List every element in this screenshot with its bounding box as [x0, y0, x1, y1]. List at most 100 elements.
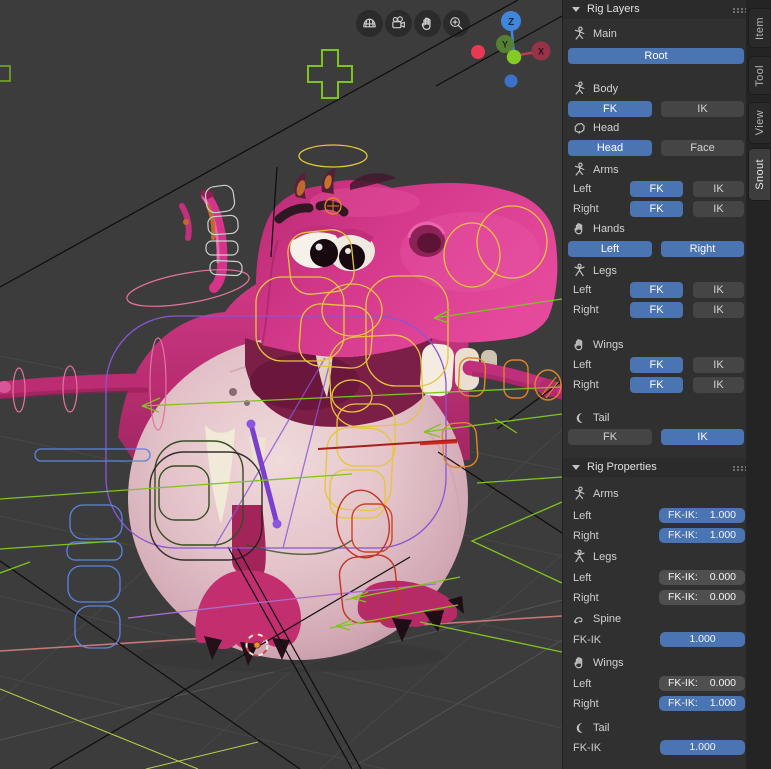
character-dragon [0, 168, 562, 672]
tab-tool[interactable]: Tool [748, 56, 770, 95]
head-face-button[interactable]: Face [661, 140, 744, 156]
dragon-head [255, 168, 558, 358]
tail-ik-button[interactable]: IK [661, 429, 744, 445]
legs-left-fk-button[interactable]: FK [630, 282, 683, 298]
zoom-view-button[interactable] [443, 10, 470, 37]
section-label-arms: Arms [593, 164, 619, 176]
wings-right-ik-button[interactable]: IK [693, 377, 744, 393]
grid-sphere-icon [363, 18, 376, 28]
panel-header-rig-properties[interactable]: Rig Properties [563, 458, 747, 477]
viewport-3d[interactable]: Y Z X [0, 0, 562, 769]
star-figure-icon [572, 263, 587, 278]
collapse-triangle-icon[interactable] [572, 465, 580, 470]
slider-label: FK-IK: [668, 677, 698, 689]
slider-label: FK-IK: [668, 697, 698, 709]
camera-icon [392, 16, 405, 29]
arms-left-ik-button[interactable]: IK [693, 181, 744, 197]
slider-label: FK-IK: [668, 509, 698, 521]
star-figure-icon [572, 549, 587, 564]
section-label-tail: Tail [593, 722, 610, 734]
gizmo-minus-z-dot[interactable] [504, 74, 518, 88]
row-label-right: Right [573, 379, 599, 391]
hand-icon [572, 655, 587, 670]
wings-right-fkik-slider[interactable]: FK-IK: 1.000 [659, 696, 745, 711]
tab-view[interactable]: View [748, 102, 770, 144]
arms-left-fk-button[interactable]: FK [630, 181, 683, 197]
hand-icon [572, 221, 587, 236]
head-head-button[interactable]: Head [568, 140, 652, 156]
row-label-fkik: FK-IK [573, 742, 602, 754]
wings-left-fkik-slider[interactable]: FK-IK: 0.000 [659, 676, 745, 691]
crescent-icon [572, 410, 587, 425]
gizmo-z-label: Z [508, 17, 514, 28]
slider-value: 1.000 [709, 529, 736, 541]
row-label-left: Left [573, 183, 592, 195]
collapse-triangle-icon[interactable] [572, 7, 580, 12]
row-label-right: Right [573, 698, 599, 710]
tail-fkik-slider[interactable]: 1.000 [660, 740, 745, 755]
section-label-main: Main [593, 28, 617, 40]
camera-view-button[interactable] [385, 10, 412, 37]
slider-value: 1.000 [689, 741, 716, 753]
slider-label: FK-IK: [668, 571, 698, 583]
dragon-right-arm [462, 360, 562, 400]
pan-hand-icon [421, 17, 431, 31]
navigation-gizmo[interactable]: Y Z X [468, 8, 558, 92]
legs-right-ik-button[interactable]: IK [693, 302, 744, 318]
tab-item[interactable]: Item [748, 8, 770, 48]
body-fk-button[interactable]: FK [568, 101, 652, 117]
root-button[interactable]: Root [568, 48, 744, 64]
gizmo-x-label: X [538, 47, 544, 57]
row-label-right: Right [573, 203, 599, 215]
brain-icon [572, 120, 587, 135]
sidebar-tab-strip: Item Tool View Snout [746, 0, 771, 769]
section-label-tail: Tail [593, 412, 610, 424]
row-label-fkik: FK-IK [573, 634, 602, 646]
hand-icon [572, 337, 587, 352]
row-label-left: Left [573, 678, 592, 690]
section-label-wings: Wings [593, 657, 624, 669]
wings-right-fk-button[interactable]: FK [630, 377, 683, 393]
arms-left-fkik-slider[interactable]: FK-IK: 1.000 [659, 508, 745, 523]
legs-right-fkik-slider[interactable]: FK-IK: 0.000 [659, 590, 745, 605]
slider-value: 1.000 [689, 633, 716, 645]
row-label-right: Right [573, 530, 599, 542]
hands-right-button[interactable]: Right [661, 241, 744, 257]
slider-value: 0.000 [709, 677, 736, 689]
crescent-icon [572, 720, 587, 735]
panel-grip-icon[interactable] [733, 8, 735, 10]
running-figure-icon [572, 81, 587, 96]
arms-right-fk-button[interactable]: FK [630, 201, 683, 217]
panel-grip-icon[interactable] [733, 466, 735, 468]
slider-value: 1.000 [709, 697, 736, 709]
section-label-spine: Spine [593, 613, 622, 625]
row-label-left: Left [573, 359, 592, 371]
legs-left-fkik-slider[interactable]: FK-IK: 0.000 [659, 570, 745, 585]
legs-left-ik-button[interactable]: IK [693, 282, 744, 298]
gizmo-minus-x-dot[interactable] [471, 45, 485, 59]
hands-left-button[interactable]: Left [568, 241, 652, 257]
arms-right-fkik-slider[interactable]: FK-IK: 1.000 [659, 528, 745, 543]
legs-right-fk-button[interactable]: FK [630, 302, 683, 318]
section-label-body: Body [593, 83, 619, 95]
gizmo-minus-y-dot[interactable] [506, 49, 522, 65]
slider-value: 0.000 [709, 591, 736, 603]
spine-fkik-slider[interactable]: 1.000 [660, 632, 745, 647]
section-label-head: Head [593, 122, 620, 134]
toggle-perspective-button[interactable] [356, 10, 383, 37]
wings-left-fk-button[interactable]: FK [630, 357, 683, 373]
tail-fk-button[interactable]: FK [568, 429, 652, 445]
arms-right-ik-button[interactable]: IK [693, 201, 744, 217]
row-label-left: Left [573, 572, 592, 584]
section-label-hands: Hands [593, 223, 625, 235]
row-label-left: Left [573, 510, 592, 522]
slider-label: FK-IK: [668, 591, 698, 603]
viewport-canvas[interactable] [0, 0, 562, 769]
slider-label: FK-IK: [668, 529, 698, 541]
body-ik-button[interactable]: IK [661, 101, 744, 117]
section-label-legs: Legs [593, 265, 617, 277]
panel-header-rig-layers[interactable]: Rig Layers [563, 0, 747, 19]
wings-left-ik-button[interactable]: IK [693, 357, 744, 373]
tab-snout[interactable]: Snout [748, 148, 770, 201]
pan-view-button[interactable] [414, 10, 441, 37]
